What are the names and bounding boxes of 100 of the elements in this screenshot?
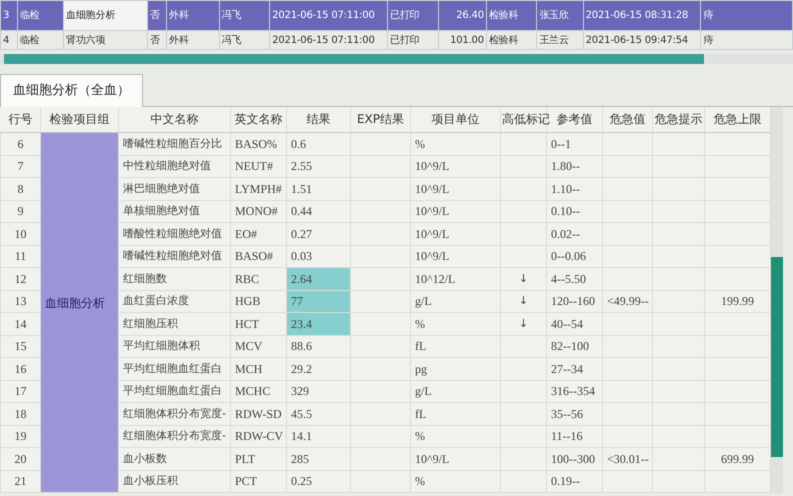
item-name: 血小板压积 — [123, 474, 178, 487]
column-header[interactable]: 危急提示 — [654, 112, 702, 126]
critical-value: <30.01-- — [607, 452, 649, 466]
grid-cell: 已打印 — [390, 34, 420, 46]
result-value: 77 — [291, 294, 303, 308]
row-number: 10 — [14, 226, 26, 241]
reference-range: 0.10-- — [551, 204, 580, 218]
result-value: 88.6 — [291, 339, 312, 354]
result-value: 0.25 — [291, 474, 312, 488]
result-value: 2.55 — [291, 159, 312, 174]
item-name: 平均红细胞血红蛋白 — [123, 384, 222, 397]
item-name: 嗜碱性粒细胞百分比 — [123, 136, 222, 150]
reference-range: 120--160 — [551, 294, 595, 308]
unit: % — [415, 316, 425, 331]
unit: g/L — [415, 294, 432, 308]
result-value: 0.44 — [291, 204, 312, 218]
reference-range: 100--300 — [551, 452, 595, 466]
grid-cell: 2021-06-15 09:47:54 — [586, 34, 688, 46]
unit: 10^9/L — [415, 159, 450, 174]
row-number: 7 — [18, 159, 24, 174]
grid-cell: 否 — [150, 34, 160, 46]
critical-value: <49.99-- — [607, 294, 649, 308]
unit: fL — [415, 406, 426, 421]
record-row[interactable]: 4 临检 肾功六项 否 外科 冯飞 2021-06-15 07:11:00 已打印 101.00 检验科 王兰云 2021-06-15 09:47:54 痔 — [0, 30, 792, 50]
horizontal-scrollbar[interactable] — [0, 54, 793, 64]
unit: 10^9/L — [415, 452, 450, 466]
item-code: MCHC — [235, 384, 270, 398]
column-header[interactable]: 检验项目组 — [50, 112, 110, 126]
reference-range: 27--34 — [551, 362, 583, 376]
item-name: 红细胞数 — [123, 272, 167, 284]
reference-range: 0.19-- — [551, 474, 580, 488]
column-header[interactable]: EXP结果 — [356, 112, 404, 126]
item-name: 红细胞体积分布宽度- — [123, 406, 226, 420]
unit: % — [415, 474, 425, 488]
column-header[interactable]: 高低标记 — [502, 112, 550, 126]
result-value: 14.1 — [291, 429, 312, 444]
column-header[interactable]: 英文名称 — [234, 112, 282, 126]
grid-cell: 冯飞 — [222, 34, 242, 46]
unit: % — [415, 429, 425, 444]
row-number: 17 — [14, 384, 26, 398]
item-code: BASO% — [235, 136, 278, 151]
row-number: 12 — [14, 272, 26, 286]
item-code: MCH — [235, 362, 262, 376]
item-code: HCT — [235, 316, 259, 331]
reference-range: 40--54 — [551, 316, 583, 331]
column-header[interactable]: 项目单位 — [432, 112, 480, 126]
column-header[interactable]: 危急值 — [610, 112, 646, 126]
grid-cell: 痔 — [703, 34, 714, 46]
vertical-scrollbar[interactable] — [771, 106, 783, 493]
result-value: 45.5 — [291, 406, 312, 421]
column-header[interactable]: 结果 — [306, 112, 330, 126]
column-header[interactable]: 行号 — [8, 112, 32, 126]
flag-label: ↓ — [518, 316, 528, 330]
reference-range: 35--56 — [551, 406, 583, 421]
item-code: PLT — [235, 452, 256, 466]
item-name: 血小板数 — [123, 452, 167, 464]
grid-cell: 外科 — [169, 10, 189, 21]
reference-range: 0--0.06 — [551, 249, 586, 264]
column-header[interactable]: 中文名称 — [150, 112, 198, 126]
reference-range: 316--354 — [551, 384, 595, 398]
row-number: 16 — [14, 362, 26, 376]
grid-cell: 4 — [3, 34, 10, 46]
item-name: 单核细胞绝对值 — [123, 204, 200, 217]
item-name: 红细胞压积 — [123, 316, 178, 330]
grid-cell: 张玉欣 — [539, 10, 569, 21]
grid-cell: 肾功六项 — [66, 34, 106, 46]
result-value: 285 — [291, 452, 309, 466]
result-value: 0.27 — [291, 226, 312, 241]
item-name: 中性粒细胞绝对值 — [123, 159, 211, 172]
grid-cell: 血细胞分析 — [66, 10, 116, 21]
tab[interactable]: 血细胞分析（全血） — [0, 74, 143, 106]
row-number: 11 — [14, 249, 26, 264]
unit: % — [415, 136, 425, 151]
grid-cell: 2021-06-15 07:11:00 — [272, 34, 375, 46]
row-number: 19 — [14, 429, 26, 444]
item-name: 嗜碱性粒细胞绝对值 — [123, 249, 222, 262]
grid-cell: 26.40 — [456, 10, 484, 21]
row-number: 13 — [14, 294, 26, 308]
result-value: 0.6 — [291, 136, 306, 151]
unit: pg — [415, 362, 427, 376]
grid-cell: 外科 — [169, 34, 189, 46]
grid-cell: 2021-06-15 07:11:00 — [272, 10, 375, 21]
item-code: RDW-CV — [235, 429, 283, 444]
grid-cell: 2021-06-15 08:31:28 — [586, 10, 688, 21]
item-code: MONO# — [235, 204, 278, 218]
row-number: 15 — [14, 339, 26, 354]
item-code: LYMPH# — [235, 182, 282, 196]
column-header[interactable]: 危急上限 — [714, 112, 762, 126]
item-code: MCV — [235, 339, 262, 354]
record-row[interactable]: 3 临检 血细胞分析 否 外科 冯飞 2021-06-15 07:11:00 已打印 26.40 检验科 张玉欣 2021-06-15 08:31:28 痔 — [0, 0, 792, 30]
result-value: 0.03 — [291, 249, 312, 264]
item-code: NEUT# — [235, 159, 273, 174]
item-name: 平均红细胞体积 — [123, 339, 200, 352]
flag-label: ↓ — [518, 272, 528, 284]
column-header[interactable]: 参考值 — [556, 112, 592, 126]
item-code: RDW-SD — [235, 406, 282, 421]
row-number: 20 — [14, 452, 26, 466]
reference-range: 0.02-- — [551, 226, 580, 241]
grid-cell: 101.00 — [450, 34, 484, 46]
item-code: EO# — [235, 226, 257, 241]
